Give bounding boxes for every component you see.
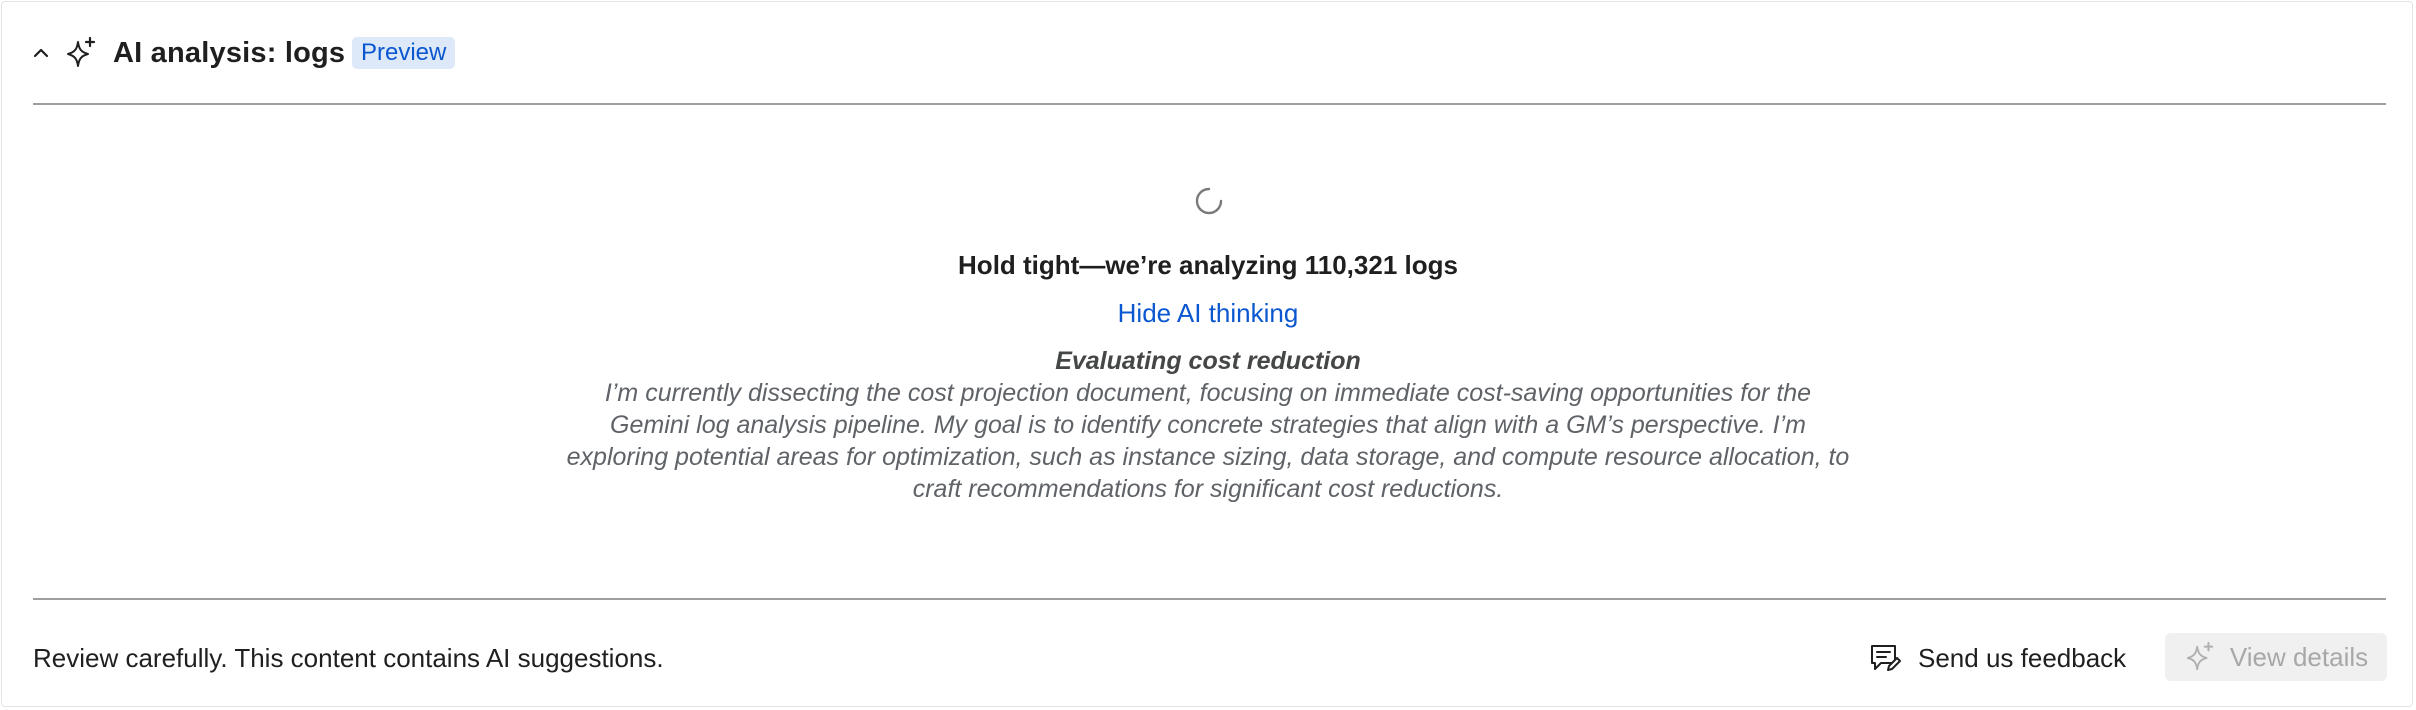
collapse-button[interactable] bbox=[28, 40, 54, 66]
header-divider bbox=[33, 103, 2386, 105]
view-details-button[interactable]: View details bbox=[2165, 633, 2387, 681]
loading-spinner-icon bbox=[1195, 187, 1223, 215]
ai-analysis-panel: AI analysis: logs Preview Hold tight—we’… bbox=[1, 1, 2413, 707]
panel-header: AI analysis: logs Preview bbox=[2, 2, 2412, 105]
hide-ai-thinking-link[interactable]: Hide AI thinking bbox=[1118, 298, 1299, 328]
ai-disclaimer: Review carefully. This content contains … bbox=[33, 643, 664, 673]
view-details-label: View details bbox=[2229, 642, 2369, 672]
preview-badge: Preview bbox=[352, 37, 456, 69]
thinking-text: I’m currently dissecting the cost projec… bbox=[566, 379, 1850, 503]
send-feedback-button[interactable]: Send us feedback bbox=[1868, 630, 2126, 686]
hide-thinking-row: Hide AI thinking bbox=[2, 296, 2414, 330]
send-feedback-label: Send us feedback bbox=[1918, 643, 2127, 673]
chevron-up-icon bbox=[33, 48, 49, 58]
footer-divider bbox=[33, 598, 2386, 600]
thinking-title: Evaluating cost reduction bbox=[1055, 347, 1361, 375]
panel-title: AI analysis: logs bbox=[113, 37, 346, 69]
feedback-icon bbox=[1871, 645, 1901, 671]
sparkle-icon bbox=[2186, 641, 2214, 671]
analysis-status: Hold tight—we’re analyzing 110,321 logs bbox=[958, 250, 1458, 280]
sparkle-icon bbox=[67, 36, 96, 67]
